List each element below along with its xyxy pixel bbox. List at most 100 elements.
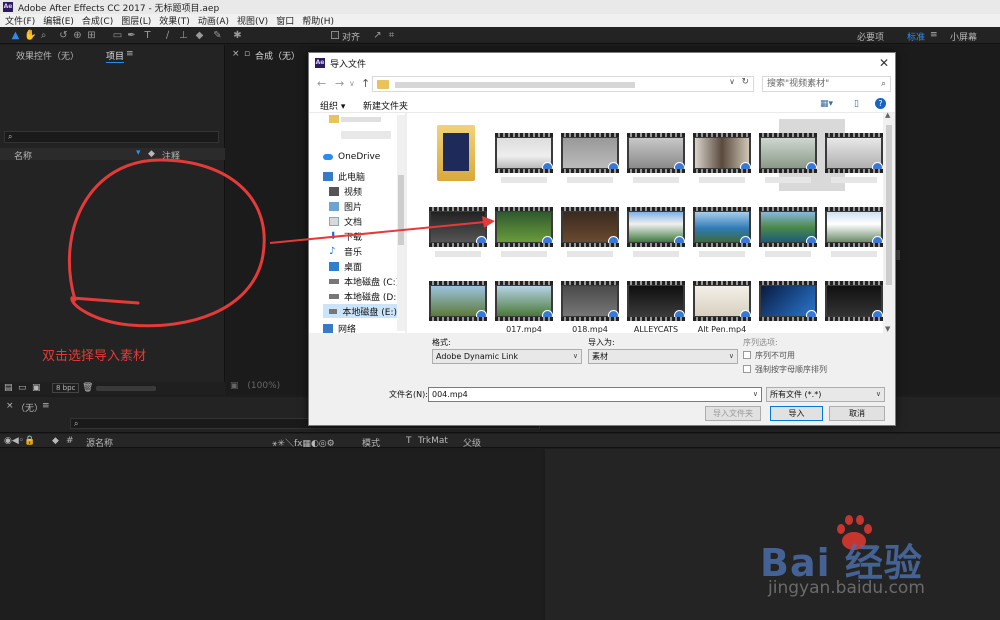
- new-folder-icon[interactable]: ▭: [18, 383, 27, 393]
- video-file-thumbnail[interactable]: [561, 281, 619, 321]
- file-name-label[interactable]: 018.mp4: [556, 325, 624, 333]
- tab-timeline[interactable]: （无）: [16, 401, 43, 414]
- new-composition-icon[interactable]: ▣: [32, 383, 41, 393]
- column-name[interactable]: 名称: [14, 149, 32, 162]
- import-as-dropdown[interactable]: 素材 ∨: [588, 349, 738, 364]
- eraser-tool-icon[interactable]: ◆: [194, 30, 205, 41]
- back-arrow-icon[interactable]: ←: [317, 77, 326, 90]
- brush-tool-icon[interactable]: ∕: [162, 30, 173, 41]
- video-file-thumbnail[interactable]: [627, 281, 685, 321]
- video-file-thumbnail[interactable]: [561, 207, 619, 247]
- column-source-name[interactable]: 源名称: [86, 436, 113, 449]
- close-icon[interactable]: ✕: [879, 56, 889, 70]
- sequence-checkbox[interactable]: [743, 351, 751, 359]
- format-dropdown[interactable]: Adobe Dynamic Link ∨: [432, 349, 582, 364]
- nav-downloads[interactable]: ⬇ 下载: [329, 229, 362, 243]
- help-icon[interactable]: ?: [875, 98, 886, 109]
- tab-composition[interactable]: 合成（无）: [255, 49, 300, 62]
- menu-composition[interactable]: 合成(C): [82, 14, 113, 27]
- menu-file[interactable]: 文件(F): [5, 14, 35, 27]
- column-comment[interactable]: 注释: [162, 149, 180, 162]
- puppet-pin-tool-icon[interactable]: ✱: [232, 30, 243, 41]
- file-type-dropdown[interactable]: 所有文件 (*.*) ∨: [766, 387, 885, 402]
- delete-icon[interactable]: 🗑: [82, 383, 93, 393]
- zoom-tool-icon[interactable]: ⌕: [38, 30, 49, 41]
- video-file-thumbnail[interactable]: [495, 281, 553, 321]
- pen-tool-icon[interactable]: ✒: [126, 30, 137, 41]
- bit-depth-button[interactable]: 8 bpc: [52, 383, 80, 393]
- hand-tool-icon[interactable]: ✋: [24, 30, 36, 41]
- menu-edit[interactable]: 编辑(E): [43, 14, 74, 27]
- recent-chevron-icon[interactable]: ∨: [349, 79, 355, 88]
- nav-documents[interactable]: 文档: [329, 214, 362, 228]
- import-folder-button[interactable]: 导入文件夹: [705, 406, 761, 421]
- selection-tool-icon[interactable]: ▲: [10, 30, 21, 41]
- video-file-thumbnail[interactable]: [561, 133, 619, 173]
- nav-drive-c[interactable]: 本地磁盘 (C:): [329, 274, 399, 288]
- project-search-input[interactable]: ⌕: [4, 131, 219, 143]
- video-file-thumbnail[interactable]: [693, 281, 751, 321]
- video-file-thumbnail[interactable]: [429, 207, 487, 247]
- workspace-small-screen[interactable]: 小屏幕: [950, 30, 977, 43]
- column-mode[interactable]: 模式: [362, 436, 380, 449]
- workspace-menu-icon[interactable]: ≡: [930, 30, 938, 40]
- address-bar[interactable]: ∨ ↻: [372, 76, 754, 92]
- rectangle-tool-icon[interactable]: ▭: [112, 30, 123, 41]
- pan-behind-tool-icon[interactable]: ⊞: [86, 30, 97, 41]
- video-file-thumbnail[interactable]: [627, 133, 685, 173]
- video-file-thumbnail[interactable]: [759, 133, 817, 173]
- menu-layer[interactable]: 图层(L): [121, 14, 151, 27]
- folder-icon[interactable]: [437, 125, 475, 181]
- align-checkbox[interactable]: [331, 31, 339, 39]
- filename-input[interactable]: 004.mp4 ∨: [428, 387, 762, 402]
- thumbnail-scrollbar[interactable]: [96, 386, 156, 391]
- scroll-thumb[interactable]: [886, 125, 892, 285]
- scroll-down-icon[interactable]: ▼: [885, 325, 890, 333]
- up-arrow-icon[interactable]: ↑: [361, 77, 370, 90]
- view-mode-icon[interactable]: ▦▾: [820, 99, 833, 109]
- nav-network[interactable]: 网络: [323, 321, 356, 335]
- force-alphabetical-checkbox[interactable]: [743, 365, 751, 373]
- snap-icon[interactable]: ↗: [372, 30, 383, 41]
- nav-videos[interactable]: 视频: [329, 184, 362, 198]
- import-button[interactable]: 导入: [770, 406, 823, 421]
- refresh-icon[interactable]: ↻: [741, 77, 749, 87]
- video-file-thumbnail[interactable]: [825, 133, 883, 173]
- menu-window[interactable]: 窗口: [276, 14, 294, 27]
- video-file-thumbnail[interactable]: [693, 207, 751, 247]
- menu-view[interactable]: 视图(V): [237, 14, 268, 27]
- chevron-down-icon[interactable]: ∨: [729, 77, 735, 86]
- column-parent[interactable]: 父级: [463, 436, 481, 449]
- lock-icon[interactable]: ▫: [244, 49, 250, 59]
- nav-this-pc[interactable]: 此电脑: [323, 169, 365, 183]
- video-file-thumbnail[interactable]: [759, 281, 817, 321]
- preview-pane-icon[interactable]: ▯: [854, 99, 859, 109]
- column-t[interactable]: T: [406, 436, 412, 446]
- cancel-button[interactable]: 取消: [829, 406, 885, 421]
- clone-stamp-tool-icon[interactable]: ⊥: [178, 30, 189, 41]
- workspace-standard[interactable]: 标准: [907, 30, 925, 43]
- nav-desktop[interactable]: 桌面: [329, 259, 362, 273]
- forward-arrow-icon[interactable]: →: [335, 77, 344, 90]
- organize-button[interactable]: 组织 ▾: [320, 99, 345, 112]
- close-icon[interactable]: ×: [6, 401, 14, 411]
- close-icon[interactable]: ×: [232, 49, 240, 59]
- video-file-thumbnail[interactable]: [693, 133, 751, 173]
- grid-icon[interactable]: ▣: [230, 381, 239, 391]
- file-name-label[interactable]: 017.mp4: [490, 325, 558, 333]
- file-grid-scrollbar[interactable]: ▲ ▼: [883, 111, 895, 333]
- roto-brush-tool-icon[interactable]: ✎: [212, 30, 223, 41]
- video-file-thumbnail[interactable]: [495, 133, 553, 173]
- nav-pictures[interactable]: 图片: [329, 199, 362, 213]
- file-name-label[interactable]: ALLEYCATS: [622, 325, 690, 333]
- nav-music[interactable]: ♪ 音乐: [329, 244, 362, 258]
- file-name-label[interactable]: Alt Pen.mp4: [688, 325, 756, 333]
- video-file-thumbnail[interactable]: [429, 281, 487, 321]
- nav-onedrive[interactable]: OneDrive: [323, 150, 380, 164]
- scroll-up-icon[interactable]: ▲: [885, 111, 890, 119]
- workspace-essentials[interactable]: 必要项: [857, 30, 884, 43]
- dialog-search-input[interactable]: 搜索"视频素材" ⌕: [762, 76, 891, 92]
- video-file-thumbnail[interactable]: [495, 207, 553, 247]
- video-file-thumbnail[interactable]: [825, 281, 883, 321]
- menu-help[interactable]: 帮助(H): [302, 14, 334, 27]
